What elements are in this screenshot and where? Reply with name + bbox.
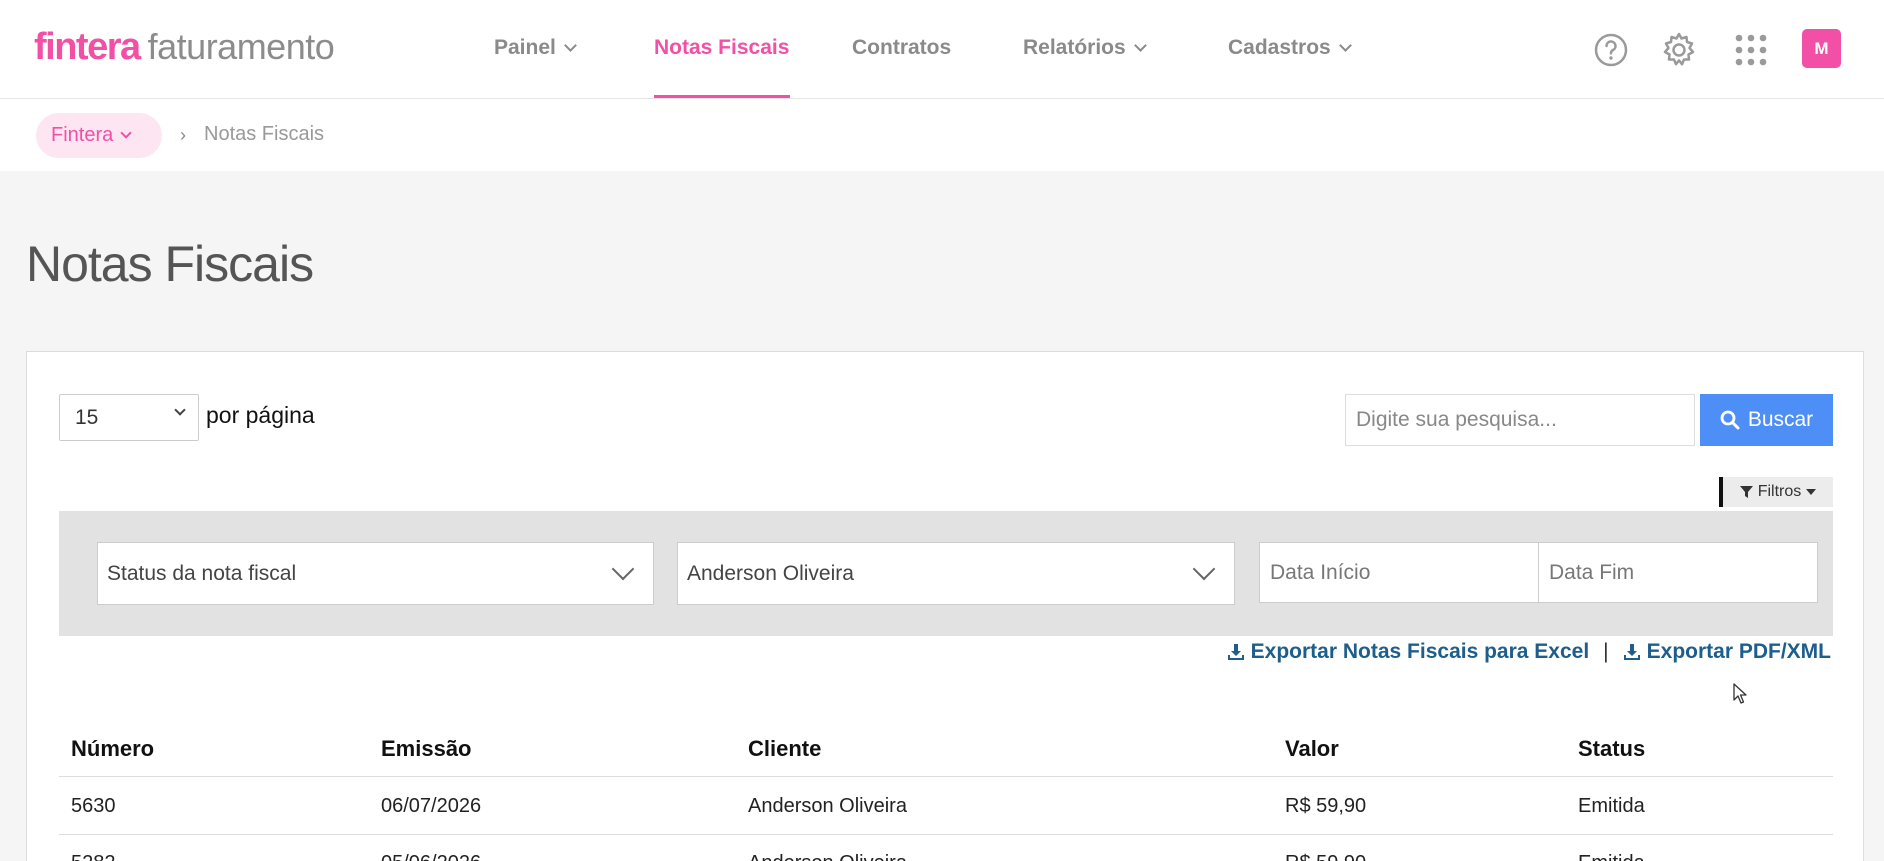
export-links: Exportar Notas Fiscais para Excel | Expo… bbox=[1227, 637, 1831, 667]
export-separator: | bbox=[1603, 640, 1609, 663]
top-navigation-bar: fintera faturamento Painel Notas Fiscais… bbox=[0, 0, 1884, 99]
nav-item-cadastros[interactable]: Cadastros bbox=[1228, 33, 1352, 63]
mouse-cursor-icon bbox=[1733, 683, 1749, 710]
chevron-down-icon bbox=[120, 126, 132, 139]
cell-emissao: 05/06/2026 bbox=[381, 852, 481, 861]
cell-numero: 5630 bbox=[71, 795, 116, 817]
cell-status: Emitida bbox=[1578, 795, 1645, 817]
export-excel-label: Exportar Notas Fiscais para Excel bbox=[1250, 640, 1590, 663]
date-end-input[interactable]: Data Fim bbox=[1538, 542, 1818, 603]
download-icon bbox=[1227, 644, 1244, 660]
nav-label: Contratos bbox=[852, 36, 952, 59]
search-button-label: Buscar bbox=[1747, 408, 1814, 431]
invoices-card: 15 por página Buscar Filtros Status da n… bbox=[26, 351, 1864, 861]
help-icon[interactable] bbox=[1591, 30, 1631, 70]
user-avatar[interactable]: M bbox=[1802, 29, 1841, 68]
date-end-placeholder: Data Fim bbox=[1549, 560, 1635, 584]
column-header-emissao[interactable]: Emissão bbox=[381, 736, 472, 762]
nav-label: Cadastros bbox=[1228, 36, 1331, 59]
filter-icon bbox=[1739, 485, 1753, 498]
date-start-input[interactable]: Data Início bbox=[1259, 542, 1539, 603]
page-title: Notas Fiscais bbox=[26, 236, 314, 292]
status-filter-value: Status da nota fiscal bbox=[107, 561, 297, 585]
search-icon bbox=[1720, 410, 1740, 430]
export-pdf-xml-label: Exportar PDF/XML bbox=[1646, 640, 1831, 663]
table-row[interactable]: 5282 05/06/2026 Anderson Oliveira R$ 59,… bbox=[59, 835, 1833, 861]
download-icon bbox=[1623, 644, 1640, 660]
nav-item-contratos[interactable]: Contratos bbox=[852, 33, 951, 63]
nav-item-painel[interactable]: Painel bbox=[494, 33, 577, 63]
nav-label: Painel bbox=[494, 36, 556, 59]
column-header-status[interactable]: Status bbox=[1578, 736, 1645, 762]
chevron-down-icon bbox=[1133, 38, 1147, 52]
filters-toggle[interactable]: Filtros bbox=[1719, 477, 1833, 507]
search-button[interactable]: Buscar bbox=[1700, 394, 1833, 446]
cell-cliente: Anderson Oliveira bbox=[748, 852, 907, 861]
logo-brand: fintera bbox=[34, 26, 141, 68]
cell-emissao: 06/07/2026 bbox=[381, 795, 482, 817]
chevron-down-icon bbox=[174, 404, 186, 416]
company-selector[interactable]: Fintera bbox=[36, 113, 162, 158]
chevron-down-icon bbox=[1338, 38, 1352, 52]
date-start-placeholder: Data Início bbox=[1270, 560, 1371, 584]
cell-numero: 5282 bbox=[71, 852, 116, 861]
app-logo[interactable]: fintera faturamento bbox=[34, 26, 335, 74]
filters-label: Filtros bbox=[1757, 483, 1802, 500]
column-header-cliente[interactable]: Cliente bbox=[748, 736, 821, 762]
column-header-numero[interactable]: Número bbox=[71, 736, 154, 762]
filter-panel: Status da nota fiscal Anderson Oliveira … bbox=[59, 511, 1833, 636]
client-filter-value: Anderson Oliveira bbox=[687, 561, 854, 585]
status-filter-select[interactable]: Status da nota fiscal bbox=[97, 542, 654, 605]
nav-label: Relatórios bbox=[1023, 36, 1126, 59]
cell-status: Emitida bbox=[1578, 852, 1645, 861]
export-pdf-xml-link[interactable]: Exportar PDF/XML bbox=[1623, 640, 1831, 664]
export-excel-link[interactable]: Exportar Notas Fiscais para Excel bbox=[1227, 640, 1590, 664]
nav-label: Notas Fiscais bbox=[654, 36, 790, 59]
per-page-value: 15 bbox=[75, 405, 99, 429]
company-name: Fintera bbox=[51, 124, 114, 146]
column-header-valor[interactable]: Valor bbox=[1285, 736, 1339, 762]
logo-subtitle: faturamento bbox=[147, 26, 335, 67]
breadcrumb-current: Notas Fiscais bbox=[204, 123, 325, 145]
cell-valor: R$ 59,90 bbox=[1285, 852, 1366, 861]
nav-item-relatorios[interactable]: Relatórios bbox=[1023, 33, 1147, 63]
cell-valor: R$ 59,90 bbox=[1285, 795, 1367, 817]
chevron-down-icon bbox=[564, 38, 577, 52]
client-filter-select[interactable]: Anderson Oliveira bbox=[677, 542, 1235, 605]
table-header: Número Emissão Cliente Valor Status bbox=[59, 721, 1833, 777]
per-page-select[interactable]: 15 bbox=[59, 394, 199, 441]
active-nav-indicator bbox=[654, 95, 790, 98]
nav-item-notas-fiscais[interactable]: Notas Fiscais bbox=[654, 33, 789, 63]
table-row[interactable]: 5630 06/07/2026 Anderson Oliveira R$ 59,… bbox=[59, 778, 1833, 835]
per-page-label: por página bbox=[206, 402, 315, 428]
caret-down-icon bbox=[1806, 489, 1817, 495]
gear-icon[interactable] bbox=[1659, 30, 1699, 70]
cell-cliente: Anderson Oliveira bbox=[748, 795, 907, 817]
chevron-down-icon bbox=[611, 557, 635, 581]
breadcrumb-separator-icon: › bbox=[180, 125, 186, 145]
chevron-down-icon bbox=[1192, 557, 1216, 581]
apps-grid-icon[interactable] bbox=[1731, 30, 1771, 70]
search-input[interactable] bbox=[1345, 394, 1695, 446]
breadcrumb: Fintera › Notas Fiscais bbox=[0, 99, 1884, 171]
